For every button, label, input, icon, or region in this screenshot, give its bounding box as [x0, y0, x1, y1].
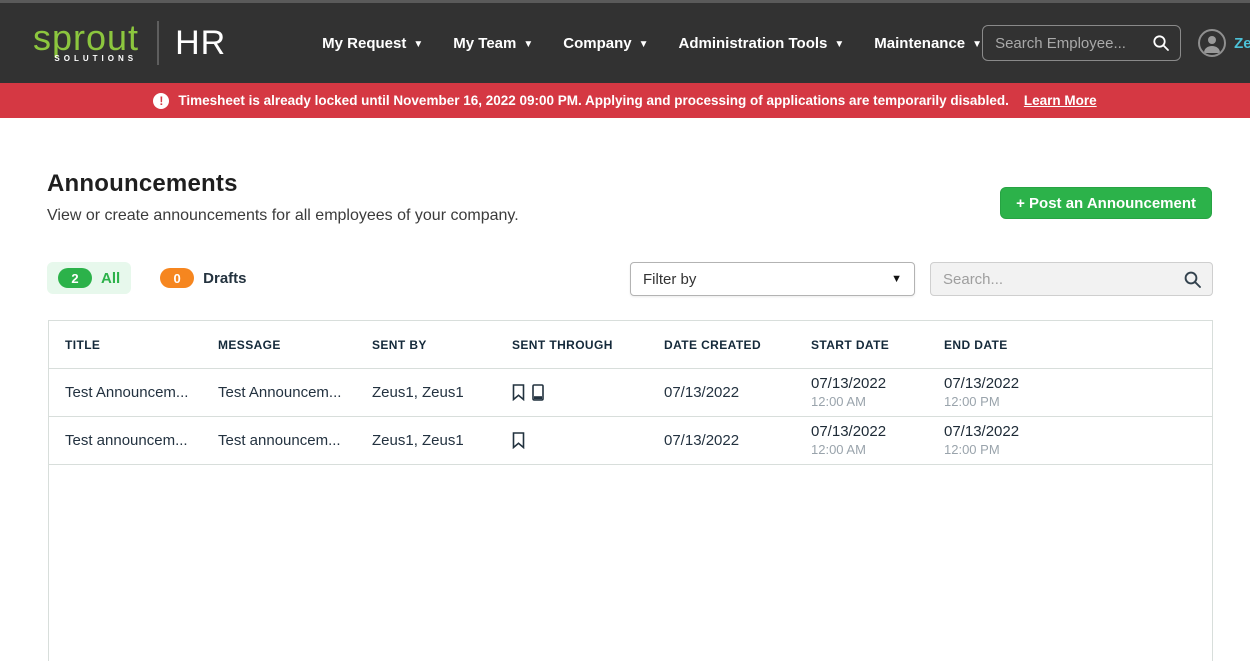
- page-title: Announcements: [47, 170, 238, 198]
- row-end-date: 07/13/2022 12:00 PM: [928, 375, 1212, 410]
- user-menu[interactable]: Zeus1 ▼: [1198, 29, 1250, 57]
- row-title: Test Announcem...: [49, 384, 202, 401]
- announcement-search-input[interactable]: [943, 271, 1183, 288]
- col-header-title: TITLE: [49, 338, 202, 352]
- row-message: Test Announcem...: [202, 384, 356, 401]
- announcements-table: TITLE MESSAGE SENT BY SENT THROUGH DATE …: [48, 320, 1213, 661]
- chevron-down-icon: ▼: [523, 39, 533, 50]
- bookmark-icon: [512, 384, 525, 401]
- table-row[interactable]: Test announcem... Test announcem... Zeus…: [49, 417, 1212, 465]
- start-date: 07/13/2022: [811, 423, 928, 442]
- brand-logo[interactable]: sprout SOLUTIONS HR: [33, 21, 226, 65]
- chevron-down-icon: ▼: [639, 39, 649, 50]
- col-header-end-date: END DATE: [928, 338, 1212, 352]
- product-name: HR: [175, 24, 226, 63]
- row-date-created: 07/13/2022: [648, 432, 795, 449]
- post-announcement-button[interactable]: + Post an Announcement: [1000, 187, 1212, 219]
- start-time: 12:00 AM: [811, 442, 928, 458]
- table-row[interactable]: Test Announcem... Test Announcem... Zeus…: [49, 369, 1212, 417]
- search-icon[interactable]: [1152, 34, 1170, 52]
- announcements-page: Announcements View or create announcemen…: [0, 118, 1250, 661]
- navbar-right: Zeus1 ▼: [982, 25, 1250, 61]
- nav-item-maintenance[interactable]: Maintenance ▼: [874, 35, 982, 52]
- nav-item-label: Administration Tools: [679, 35, 828, 52]
- employee-search-box: [982, 25, 1181, 61]
- search-icon[interactable]: [1183, 270, 1202, 289]
- col-header-date-created: DATE CREATED: [648, 338, 795, 352]
- tab-drafts-label: Drafts: [203, 270, 246, 287]
- timesheet-lock-alert: ! Timesheet is already locked until Nove…: [0, 83, 1250, 118]
- top-navbar: sprout SOLUTIONS HR My Request ▼ My Team…: [0, 0, 1250, 83]
- end-time: 12:00 PM: [944, 442, 1212, 458]
- user-name: Zeus1: [1234, 35, 1250, 52]
- row-end-date: 07/13/2022 12:00 PM: [928, 423, 1212, 458]
- nav-item-my-request[interactable]: My Request ▼: [322, 35, 423, 52]
- row-title: Test announcem...: [49, 432, 202, 449]
- end-date: 07/13/2022: [944, 375, 1212, 394]
- bookmark-icon: [512, 432, 525, 449]
- nav-item-label: My Request: [322, 35, 406, 52]
- announcement-search-box: [930, 262, 1213, 296]
- row-sent-by: Zeus1, Zeus1: [356, 384, 496, 401]
- col-header-sent-through: SENT THROUGH: [496, 338, 648, 352]
- nav-item-label: My Team: [453, 35, 516, 52]
- tab-drafts[interactable]: 0 Drafts: [149, 262, 257, 294]
- row-sent-through: [496, 432, 648, 449]
- row-date-created: 07/13/2022: [648, 384, 795, 401]
- row-sent-through: [496, 384, 648, 401]
- sprout-logo-subtext: SOLUTIONS: [54, 55, 137, 63]
- sprout-logo: sprout SOLUTIONS: [33, 23, 139, 64]
- filter-by-dropdown[interactable]: Filter by ▼: [630, 262, 915, 296]
- main-nav-menu: My Request ▼ My Team ▼ Company ▼ Adminis…: [322, 35, 982, 52]
- start-time: 12:00 AM: [811, 394, 928, 410]
- row-sent-by: Zeus1, Zeus1: [356, 432, 496, 449]
- alert-message: Timesheet is already locked until Novemb…: [178, 93, 1009, 108]
- sprout-logo-text: sprout: [33, 23, 139, 54]
- tab-all[interactable]: 2 All: [47, 262, 131, 294]
- announcement-tabs: 2 All 0 Drafts: [47, 262, 258, 294]
- filter-by-value: Filter by: [643, 271, 891, 288]
- nav-item-label: Maintenance: [874, 35, 965, 52]
- nav-item-label: Company: [563, 35, 631, 52]
- mobile-icon: [532, 384, 544, 401]
- employee-search-input[interactable]: [995, 35, 1152, 52]
- drafts-count-badge: 0: [160, 268, 194, 288]
- col-header-message: MESSAGE: [202, 338, 356, 352]
- exclamation-circle-icon: !: [153, 93, 169, 109]
- end-time: 12:00 PM: [944, 394, 1212, 410]
- nav-item-company[interactable]: Company ▼: [563, 35, 648, 52]
- chevron-down-icon: ▼: [413, 39, 423, 50]
- col-header-sent-by: SENT BY: [356, 338, 496, 352]
- row-start-date: 07/13/2022 12:00 AM: [795, 423, 928, 458]
- chevron-down-icon: ▼: [834, 39, 844, 50]
- nav-item-administration-tools[interactable]: Administration Tools ▼: [679, 35, 845, 52]
- page-subtitle: View or create announcements for all emp…: [47, 207, 519, 225]
- list-controls: 2 All 0 Drafts Filter by ▼: [0, 262, 1250, 296]
- start-date: 07/13/2022: [811, 375, 928, 394]
- dropdown-caret-icon: ▼: [891, 273, 902, 285]
- user-avatar-icon: [1198, 29, 1226, 57]
- tab-all-label: All: [101, 270, 120, 287]
- all-count-badge: 2: [58, 268, 92, 288]
- learn-more-link[interactable]: Learn More: [1024, 93, 1097, 108]
- nav-item-my-team[interactable]: My Team ▼: [453, 35, 533, 52]
- col-header-start-date: START DATE: [795, 338, 928, 352]
- logo-divider: [157, 21, 159, 65]
- end-date: 07/13/2022: [944, 423, 1212, 442]
- chevron-down-icon: ▼: [972, 39, 982, 50]
- row-message: Test announcem...: [202, 432, 356, 449]
- row-start-date: 07/13/2022 12:00 AM: [795, 375, 928, 410]
- table-header-row: TITLE MESSAGE SENT BY SENT THROUGH DATE …: [49, 321, 1212, 369]
